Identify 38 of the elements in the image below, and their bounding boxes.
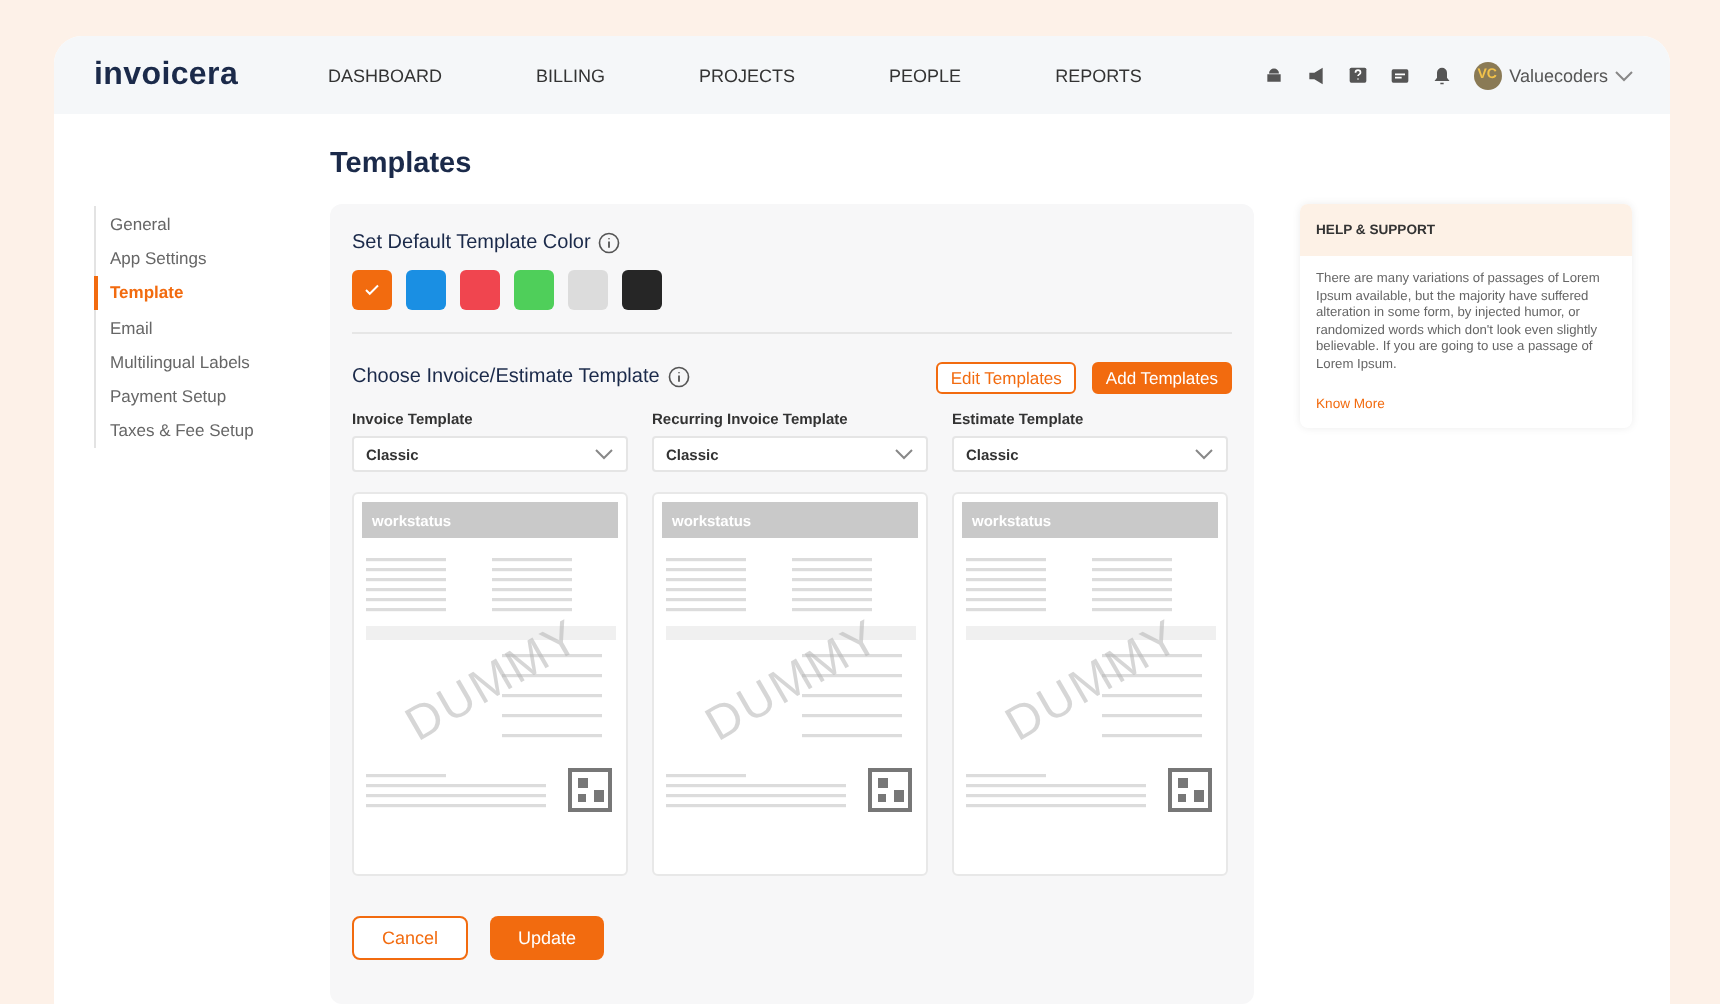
nav-link[interactable]: PROJECTS (699, 65, 796, 85)
check-icon (364, 284, 380, 296)
chevron-down-icon (1194, 448, 1214, 460)
nav-link[interactable]: BILLING (536, 65, 606, 85)
chevron-down-icon (594, 448, 614, 460)
sidebar-item[interactable]: App Settings (94, 240, 207, 276)
user-menu[interactable]: Valuecoders (1509, 65, 1634, 85)
color-swatch[interactable] (568, 270, 608, 310)
color-swatch[interactable] (406, 270, 446, 310)
sidebar-item[interactable]: General (94, 206, 171, 241)
color-swatch[interactable] (352, 270, 392, 310)
color-swatch[interactable] (622, 270, 662, 310)
help-icon[interactable] (1347, 65, 1368, 85)
color-swatch[interactable] (514, 270, 554, 310)
page-title: Templates (330, 146, 474, 184)
color-swatch[interactable] (460, 270, 500, 310)
section-title: Set Default Template Color (352, 232, 591, 254)
sidebar-item[interactable]: Payment Setup (94, 378, 227, 414)
add-templates-button[interactable]: Add Templates (1091, 362, 1232, 394)
nav-link[interactable]: PEOPLE (889, 65, 962, 85)
sidebar-item[interactable]: Taxes & Fee Setup (94, 413, 254, 449)
info-icon (598, 232, 621, 254)
logo[interactable]: invoicera (94, 57, 328, 93)
sidebar-item[interactable]: Multilingual Labels (94, 344, 250, 379)
megaphone-icon[interactable] (1305, 65, 1326, 85)
nav-link[interactable]: DASHBOARD (328, 65, 443, 85)
sidebar-item[interactable]: Template (94, 275, 184, 310)
edit-templates-button[interactable]: Edit Templates (936, 362, 1076, 394)
nav-link[interactable]: REPORTS (1055, 65, 1142, 85)
bell-icon[interactable] (1431, 65, 1452, 85)
card-icon[interactable] (1389, 65, 1410, 85)
info-icon (667, 365, 690, 387)
cancel-button[interactable]: Cancel (352, 916, 468, 960)
update-button[interactable]: Update (490, 916, 604, 960)
sidebar-item[interactable]: Email (94, 309, 153, 345)
chevron-down-icon (894, 448, 914, 460)
section-title: Choose Invoice/Estimate Template (352, 365, 660, 387)
chevron-down-icon (1614, 69, 1634, 81)
